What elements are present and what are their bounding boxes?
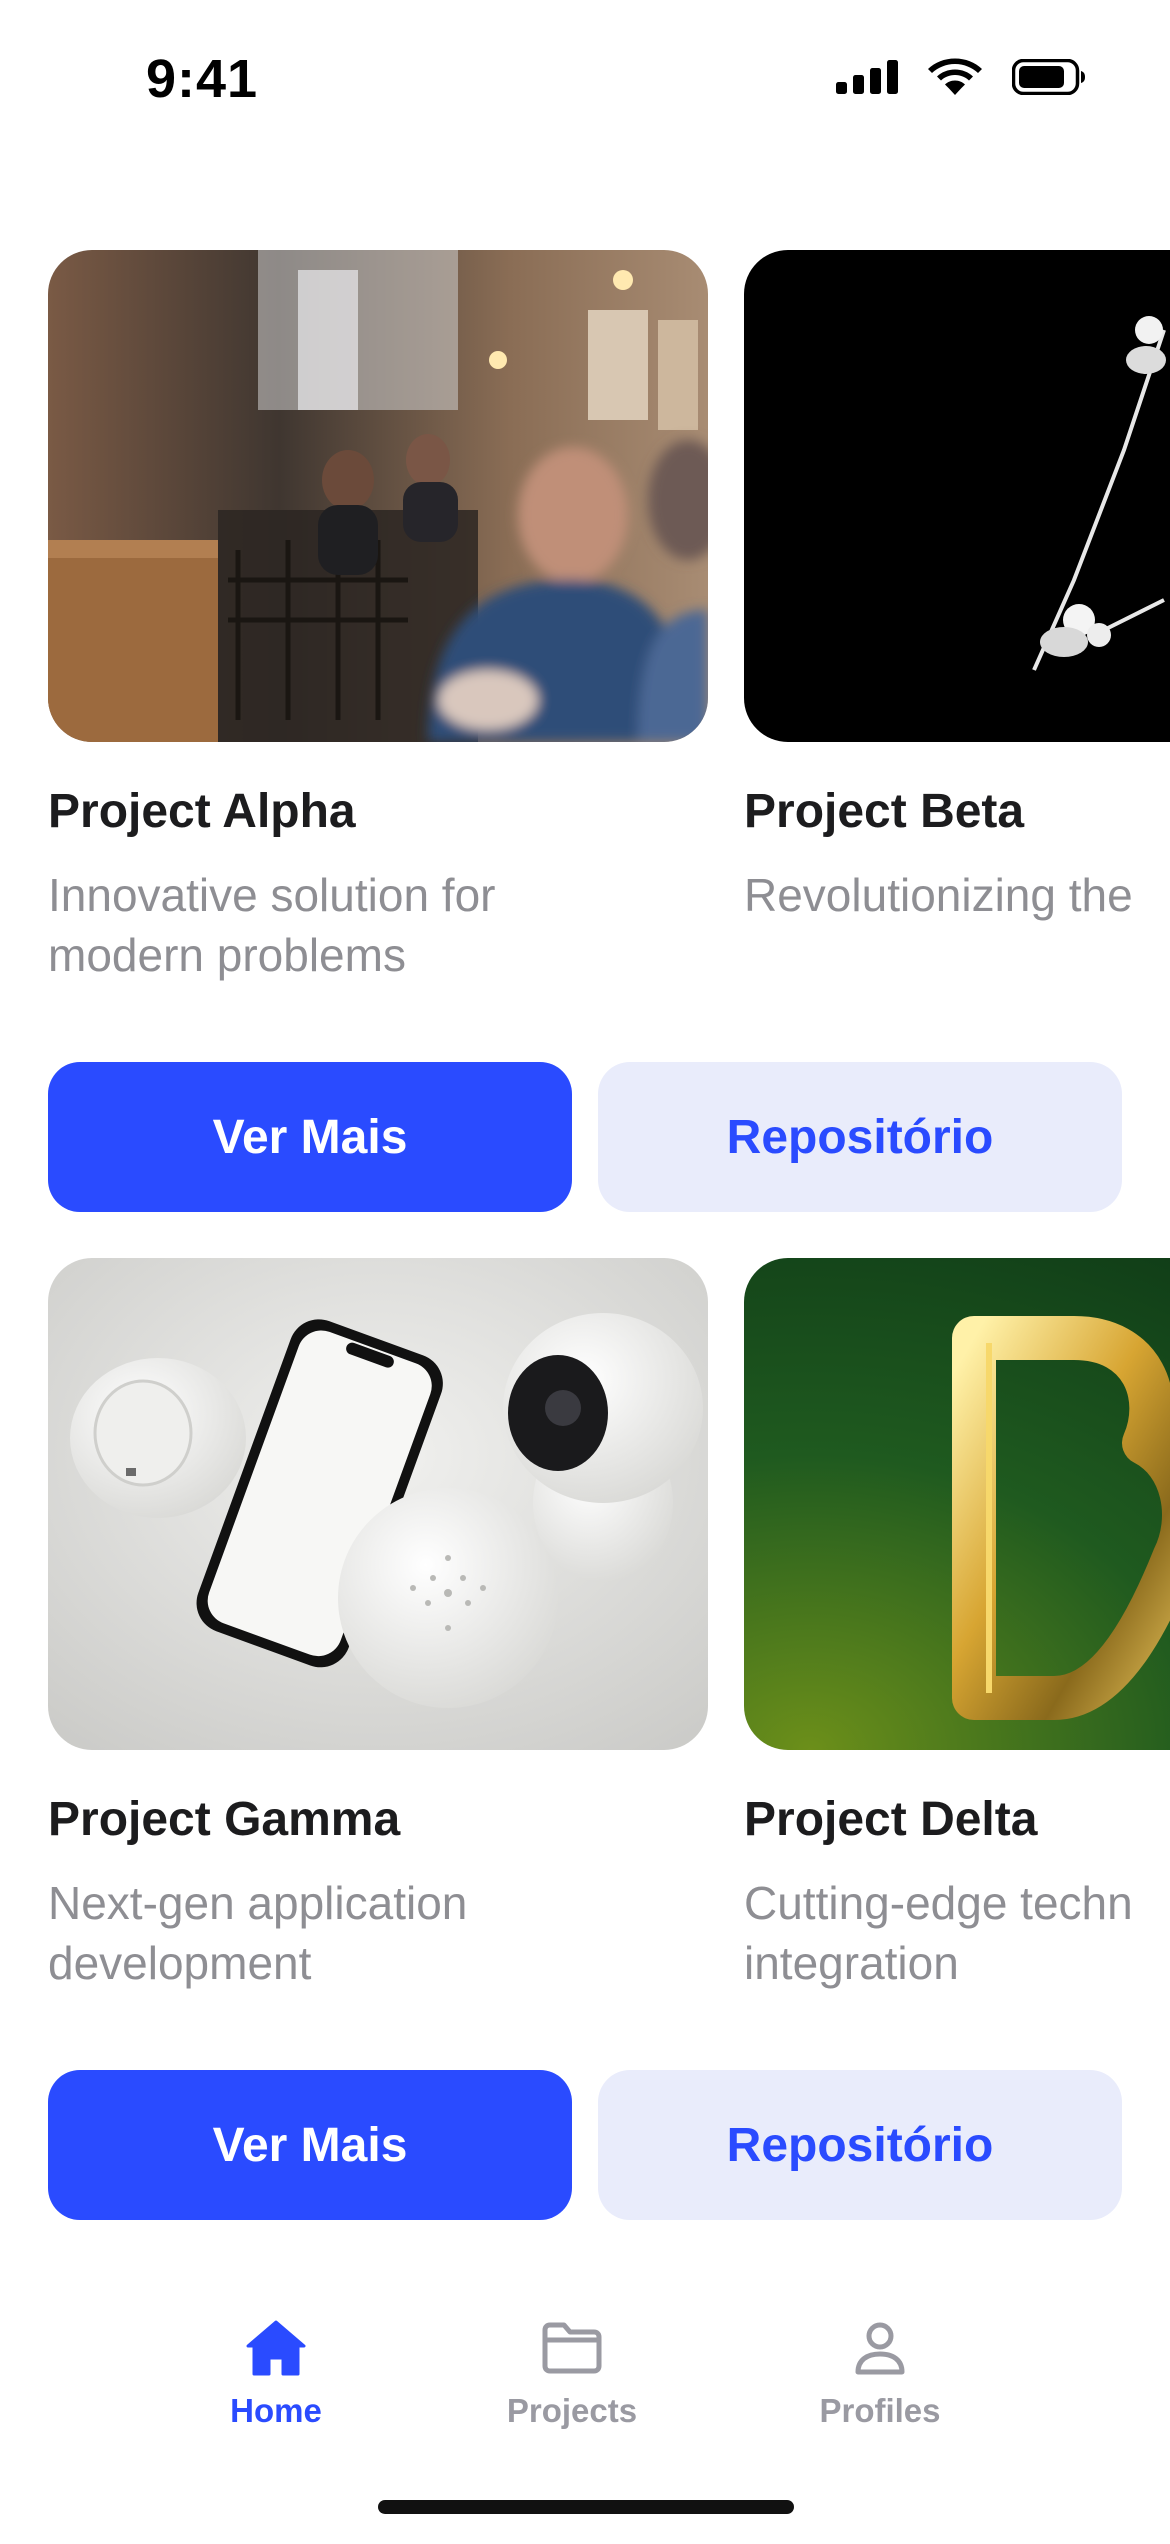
tab-label: Profiles (819, 2392, 941, 2429)
project-image-smart-devices (48, 1258, 708, 1750)
home-icon (246, 2320, 306, 2376)
project-image-cafe (48, 250, 708, 742)
project-card-alpha[interactable]: Project Alpha Innovative solution for mo… (48, 250, 708, 985)
ver-mais-button[interactable]: Ver Mais (48, 2070, 572, 2220)
project-title: Project Alpha (48, 785, 356, 838)
tab-label: Projects (506, 2392, 638, 2429)
project-row: Project Gamma Next-gen application devel… (0, 1258, 1170, 2238)
project-description: Next-gen application development (48, 1873, 688, 1993)
status-time: 9:41 (146, 49, 259, 109)
project-title: Project Beta (744, 785, 1025, 838)
project-title: Project Gamma (48, 1793, 401, 1846)
project-actions: Ver Mais Repositório (48, 1062, 1122, 1212)
tab-projects[interactable]: Projects (422, 2320, 722, 2470)
project-description: Revolutionizing the (744, 865, 1170, 925)
project-description-line: Next-gen application (48, 1877, 468, 1929)
folder-icon (542, 2322, 602, 2374)
project-row: Project Alpha Innovative solution for mo… (0, 250, 1170, 1230)
project-card-gamma[interactable]: Project Gamma Next-gen application devel… (48, 1258, 708, 1993)
project-description-line: Revolutionizing the (744, 869, 1133, 921)
project-title: Project Delta (744, 1793, 1038, 1846)
tab-profiles[interactable]: Profiles (730, 2320, 1030, 2470)
battery-icon (1012, 59, 1085, 95)
repository-button[interactable]: Repositório (598, 1062, 1122, 1212)
project-description-line: modern problems (48, 929, 406, 981)
tab-home[interactable]: Home (126, 2320, 426, 2470)
ver-mais-button[interactable]: Ver Mais (48, 1062, 572, 1212)
status-bar: 9:41 (0, 0, 1170, 160)
project-description-line: integration (744, 1937, 959, 1989)
cellular-signal-icon (836, 60, 898, 94)
project-description: Innovative solution for modern problems (48, 865, 688, 985)
project-description-line: Cutting-edge techn (744, 1877, 1133, 1929)
project-card-beta[interactable]: Project Beta Revolutionizing the (744, 250, 1170, 925)
home-indicator (378, 2500, 794, 2514)
repository-button[interactable]: Repositório (598, 2070, 1122, 2220)
project-card-delta[interactable]: Project Delta Cutting-edge techn integra… (744, 1258, 1170, 1993)
wifi-icon (928, 58, 982, 95)
project-image-dark-abstract (744, 250, 1170, 742)
project-actions: Ver Mais Repositório (48, 2070, 1122, 2220)
project-description-line: development (48, 1937, 312, 1989)
tab-bar: Home Projects Profiles (0, 2320, 1170, 2480)
tab-label: Home (230, 2392, 322, 2429)
project-image-golden-letter (744, 1258, 1170, 1750)
project-description: Cutting-edge techn integration (744, 1873, 1170, 1993)
project-description-line: Innovative solution for (48, 869, 496, 921)
person-icon (855, 2322, 905, 2375)
projects-feed[interactable]: Project Alpha Innovative solution for mo… (0, 250, 1170, 2250)
status-icons (836, 58, 1086, 96)
